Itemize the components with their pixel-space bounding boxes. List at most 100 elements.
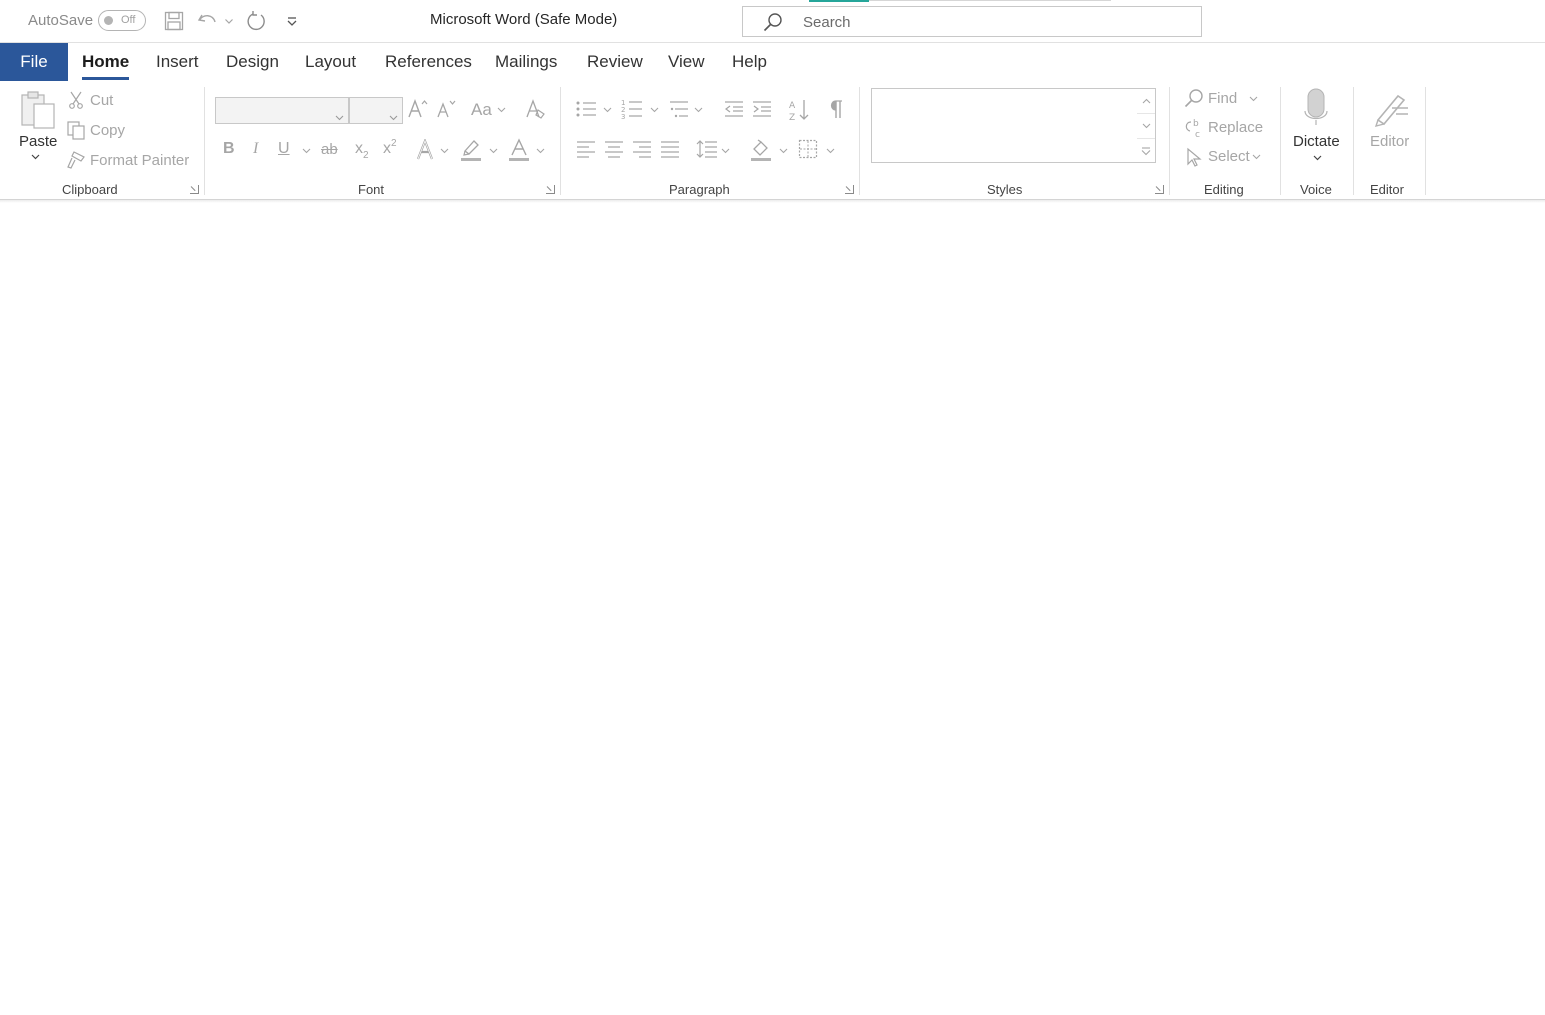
sort-icon[interactable]: AZ: [787, 97, 811, 123]
styles-launcher-icon[interactable]: [1155, 185, 1164, 194]
bullets-dropdown-icon[interactable]: [602, 106, 612, 114]
decrease-indent-icon[interactable]: [722, 97, 746, 121]
text-effects-icon[interactable]: [414, 137, 438, 163]
search-icon: [763, 12, 783, 37]
tab-view[interactable]: View: [668, 43, 705, 81]
editor-pen-icon[interactable]: [1369, 87, 1411, 129]
undo-icon[interactable]: [196, 9, 220, 33]
tab-help[interactable]: Help: [732, 43, 767, 81]
paste-icon[interactable]: [18, 89, 58, 131]
numbering-dropdown-icon[interactable]: [649, 106, 659, 114]
grow-font-icon[interactable]: [407, 97, 429, 121]
tab-design[interactable]: Design: [226, 43, 279, 81]
voice-group-label: Voice: [1300, 182, 1332, 197]
select-label[interactable]: Select: [1208, 148, 1250, 165]
styles-more-icon[interactable]: [1137, 139, 1155, 164]
subscript-button[interactable]: x2: [355, 140, 369, 161]
tab-review[interactable]: Review: [587, 43, 643, 81]
highlight-dropdown-icon[interactable]: [488, 147, 498, 155]
replace-icon[interactable]: bc: [1183, 117, 1205, 139]
shading-icon[interactable]: [749, 137, 773, 163]
find-icon[interactable]: [1184, 87, 1204, 109]
undo-dropdown-icon[interactable]: [222, 9, 236, 33]
tab-insert[interactable]: Insert: [156, 43, 199, 81]
borders-dropdown-icon[interactable]: [825, 147, 835, 155]
select-cursor-icon[interactable]: [1184, 146, 1204, 168]
styles-scroll-up-icon[interactable]: [1137, 89, 1155, 114]
font-name-combo[interactable]: [215, 97, 349, 124]
strikethrough-button[interactable]: ab: [321, 141, 338, 158]
chevron-down-icon: [335, 108, 344, 126]
redo-icon[interactable]: [245, 9, 269, 33]
tab-mailings[interactable]: Mailings: [495, 43, 557, 81]
shrink-font-icon[interactable]: [435, 97, 457, 121]
tab-references[interactable]: References: [385, 43, 472, 81]
styles-scroll-down-icon[interactable]: [1137, 114, 1155, 139]
clipboard-launcher-icon[interactable]: [190, 185, 199, 194]
superscript-button[interactable]: x2: [383, 138, 397, 158]
format-painter-label[interactable]: Format Painter: [90, 152, 189, 169]
underline-dropdown-icon[interactable]: [301, 147, 311, 155]
replace-label[interactable]: Replace: [1208, 119, 1263, 136]
editor-label[interactable]: Editor: [1370, 133, 1409, 150]
copy-label[interactable]: Copy: [90, 122, 125, 139]
copy-icon[interactable]: [66, 120, 86, 140]
document-area[interactable]: [0, 203, 1545, 1015]
tab-home[interactable]: Home: [82, 43, 130, 81]
multilevel-dropdown-icon[interactable]: [693, 106, 703, 114]
paste-dropdown-icon[interactable]: [29, 153, 41, 161]
font-size-combo[interactable]: [349, 97, 403, 124]
underline-button[interactable]: U: [278, 140, 290, 158]
ribbon-tabs: File Home Insert Design Layout Reference…: [0, 43, 1545, 81]
highlight-color-icon[interactable]: [459, 137, 483, 163]
group-separator: [859, 87, 860, 195]
line-spacing-icon[interactable]: [695, 137, 719, 161]
shading-dropdown-icon[interactable]: [778, 147, 788, 155]
paragraph-group-label: Paragraph: [669, 182, 730, 197]
font-launcher-icon[interactable]: [546, 185, 555, 194]
title-bar: AutoSave Off Microsoft Word (Safe Mode) …: [0, 0, 1545, 42]
format-painter-icon[interactable]: [66, 150, 86, 170]
paste-label[interactable]: Paste: [19, 133, 57, 150]
increase-indent-icon[interactable]: [750, 97, 774, 121]
save-icon[interactable]: [162, 9, 186, 33]
search-box[interactable]: Search: [742, 6, 1202, 37]
dictate-label[interactable]: Dictate: [1293, 133, 1340, 150]
group-separator: [1280, 87, 1281, 195]
font-color-dropdown-icon[interactable]: [535, 147, 545, 155]
bullets-icon[interactable]: [574, 97, 598, 121]
align-left-icon[interactable]: [574, 137, 598, 161]
cut-label[interactable]: Cut: [90, 92, 113, 109]
autosave-toggle[interactable]: Off: [98, 10, 146, 31]
show-formatting-marks-icon[interactable]: [825, 97, 847, 121]
borders-icon[interactable]: [796, 137, 820, 161]
styles-gallery[interactable]: [871, 88, 1138, 163]
find-dropdown-icon[interactable]: [1248, 95, 1258, 103]
microphone-icon[interactable]: [1302, 87, 1330, 127]
multilevel-list-icon[interactable]: [667, 97, 691, 121]
font-color-icon[interactable]: [507, 137, 531, 163]
tab-file[interactable]: File: [0, 43, 68, 81]
customize-qat-icon[interactable]: [280, 9, 304, 33]
italic-button[interactable]: I: [253, 140, 258, 158]
change-case-label[interactable]: Aa: [471, 100, 492, 120]
align-center-icon[interactable]: [602, 137, 626, 161]
group-separator: [560, 87, 561, 195]
find-label[interactable]: Find: [1208, 90, 1237, 107]
line-spacing-dropdown-icon[interactable]: [720, 147, 730, 155]
align-right-icon[interactable]: [630, 137, 654, 161]
paragraph-launcher-icon[interactable]: [845, 185, 854, 194]
group-separator: [1425, 87, 1426, 195]
numbering-icon[interactable]: 123: [620, 97, 644, 121]
dictate-dropdown-icon[interactable]: [1311, 154, 1323, 162]
justify-icon[interactable]: [658, 137, 682, 161]
tab-layout[interactable]: Layout: [305, 43, 356, 81]
change-case-dropdown-icon[interactable]: [496, 106, 506, 114]
superscript-label: x: [383, 140, 391, 157]
select-dropdown-icon[interactable]: [1251, 153, 1261, 161]
text-effects-dropdown-icon[interactable]: [439, 147, 449, 155]
cut-icon[interactable]: [67, 91, 85, 109]
bold-button[interactable]: B: [223, 140, 235, 158]
clear-formatting-icon[interactable]: [524, 97, 548, 121]
toggle-knob: [104, 16, 113, 25]
